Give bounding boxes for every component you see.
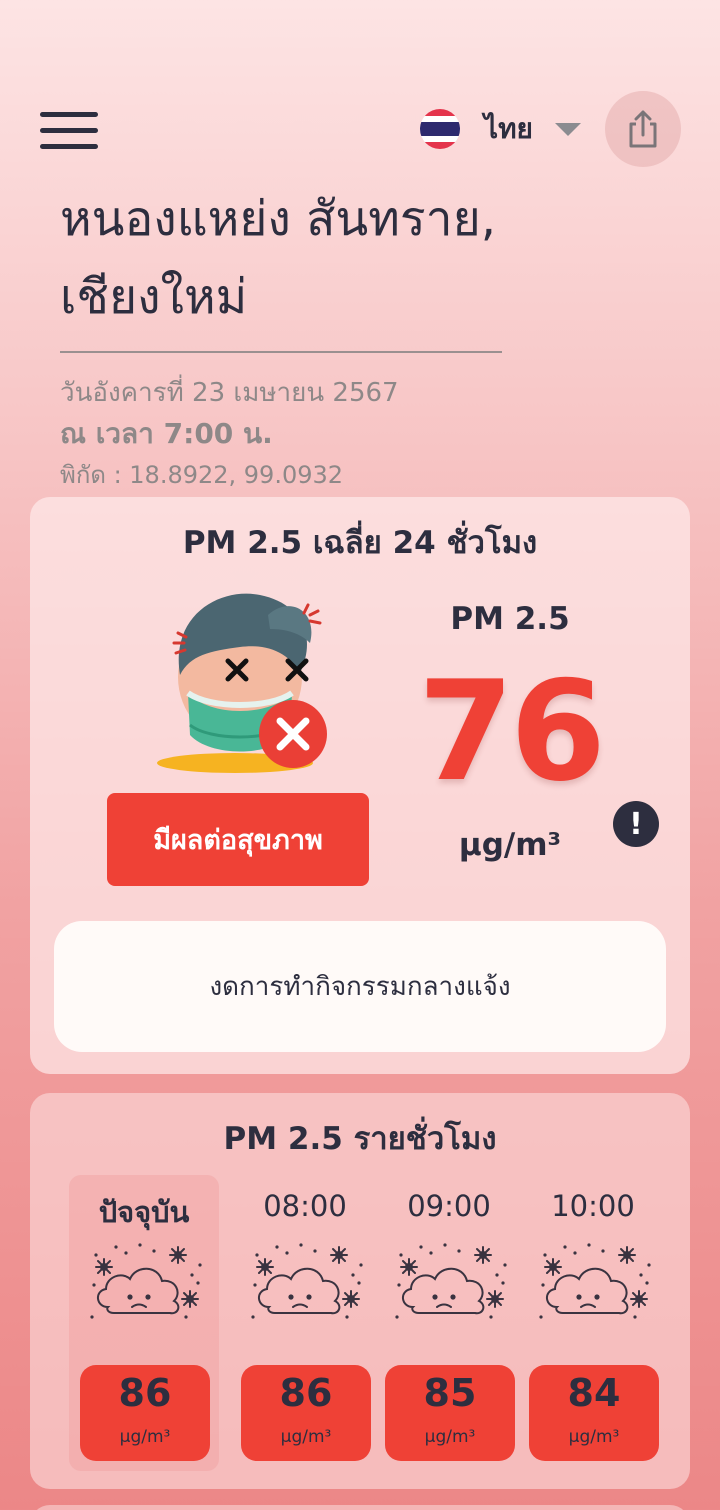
- hour-value-badge: 86 μg/m³: [80, 1365, 210, 1461]
- hour-value-badge: 86 μg/m³: [241, 1365, 371, 1461]
- advice-text: งดการทำกิจกรรมกลางแจ้ง: [54, 921, 666, 1052]
- hour-value: 86: [279, 1371, 333, 1415]
- hour-item-0800[interactable]: 08:00 86 μg/m³: [230, 1175, 380, 1471]
- hazy-cloud-icon: [89, 1242, 202, 1320]
- hazy-cloud-icon: [250, 1242, 363, 1320]
- hour-time: ปัจจุบัน: [98, 1195, 190, 1229]
- hour-time: 08:00: [263, 1189, 347, 1223]
- hamburger-menu-icon[interactable]: [40, 110, 98, 152]
- date-text: วันอังคารที่ 23 เมษายน 2567: [60, 378, 399, 408]
- share-button[interactable]: [605, 91, 681, 167]
- hour-unit: μg/m³: [280, 1427, 332, 1447]
- pm-value: 76: [417, 651, 606, 812]
- chevron-down-icon: [554, 122, 581, 136]
- daily-card-title: PM 2.5 เฉลี่ย 24 ชั่วโมง: [182, 525, 538, 561]
- hour-value-badge: 85 μg/m³: [385, 1365, 515, 1461]
- hazy-cloud-icon: [394, 1242, 507, 1320]
- language-selector[interactable]: ไทย: [420, 108, 581, 150]
- hour-unit: μg/m³: [119, 1427, 171, 1447]
- pm-label: PM 2.5: [450, 601, 570, 637]
- thailand-flag-icon: [420, 109, 460, 149]
- hour-value: 86: [118, 1371, 172, 1415]
- next-card: [30, 1505, 690, 1510]
- hourly-card: PM 2.5 รายชั่วโมง ปัจจุบัน 86 μg/m³ 08:0…: [30, 1093, 690, 1489]
- hour-value-badge: 84 μg/m³: [529, 1365, 659, 1461]
- hour-item-current[interactable]: ปัจจุบัน 86 μg/m³: [69, 1175, 219, 1471]
- time-text: ณ เวลา 7:00 น.: [60, 417, 273, 450]
- health-status-badge[interactable]: มีผลต่อสุขภาพ: [107, 793, 369, 886]
- divider: [60, 351, 502, 353]
- hour-time: 10:00: [551, 1189, 635, 1223]
- hour-item-1000[interactable]: 10:00 84 μg/m³: [518, 1175, 668, 1471]
- hour-unit: μg/m³: [424, 1427, 476, 1447]
- language-label: ไทย: [484, 112, 533, 145]
- hour-item-0900[interactable]: 09:00 85 μg/m³: [374, 1175, 524, 1471]
- coordinates-text: พิกัด : 18.8922, 99.0932: [60, 461, 344, 489]
- daily-average-card: PM 2.5 เฉลี่ย 24 ชั่วโมง มีผลต่อสุขภาพ P…: [30, 497, 690, 1074]
- hazy-cloud-icon: [538, 1242, 651, 1320]
- info-icon[interactable]: !: [613, 801, 659, 847]
- share-icon: [629, 110, 657, 148]
- hour-time: 09:00: [407, 1189, 491, 1223]
- hour-value: 85: [423, 1371, 477, 1415]
- hour-value: 84: [567, 1371, 621, 1415]
- location-title: หนองแหย่ง สันทราย, เชียงใหม่: [60, 191, 496, 325]
- hour-unit: μg/m³: [568, 1427, 620, 1447]
- pm-unit: μg/m³: [458, 827, 562, 863]
- hourly-card-title: PM 2.5 รายชั่วโมง: [223, 1121, 497, 1157]
- masked-face-icon: [157, 593, 327, 773]
